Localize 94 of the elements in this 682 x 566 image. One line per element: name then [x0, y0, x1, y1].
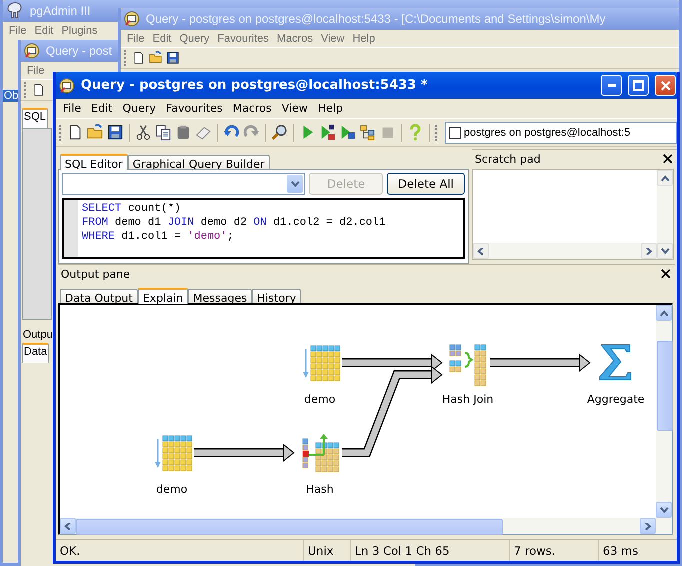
hash-icon	[302, 434, 340, 472]
close-button[interactable]	[655, 75, 676, 96]
scroll-thumb[interactable]	[657, 341, 673, 431]
sigma-icon	[600, 344, 632, 380]
chevron-icon	[476, 248, 486, 254]
query-icon	[24, 43, 40, 59]
menu-item[interactable]: Favourites	[161, 102, 228, 115]
menu-item[interactable]: Plugins	[58, 24, 102, 36]
status-text: OK.	[59, 542, 82, 560]
scroll-thumb[interactable]	[76, 519, 503, 535]
maximize-button[interactable]	[628, 75, 649, 96]
node-label: Hash Join	[442, 393, 494, 406]
tab[interactable]: Explain	[138, 288, 188, 304]
scroll-button[interactable]	[657, 170, 673, 186]
scissors-icon[interactable]	[135, 124, 152, 141]
maximize-icon	[633, 80, 644, 91]
tab[interactable]: Data Output	[60, 289, 138, 303]
pane-header: Outpu	[22, 328, 54, 342]
menu-item[interactable]: Help	[348, 32, 380, 44]
menu-item[interactable]: Edit	[30, 24, 58, 36]
scroll-button[interactable]	[657, 243, 673, 259]
status-text: 7 rows.	[509, 540, 598, 561]
sql-editor[interactable]: SELECT count(*) FROM demo d1 JOIN demo d2 ON d1.col2 = d2.col1 WHERE d1.col1 = 'demo';	[62, 198, 465, 259]
close-icon[interactable]	[662, 153, 674, 165]
paste-icon[interactable]	[175, 124, 192, 141]
save-icon[interactable]	[166, 51, 180, 65]
tree-icon[interactable]	[359, 124, 376, 141]
scroll-button[interactable]	[656, 305, 672, 321]
table-scan-icon	[303, 346, 340, 382]
menu-item[interactable]: File	[58, 102, 86, 115]
status-text: Unix	[303, 540, 350, 561]
close-icon[interactable]	[660, 268, 672, 280]
query-icon	[124, 11, 140, 27]
node-label: Hash	[306, 483, 334, 496]
tab[interactable]: Data	[22, 343, 50, 363]
code-line: FROM demo d1 JOIN demo d2 ON d1.col2 = d2.col1	[82, 216, 386, 230]
query-icon	[59, 78, 75, 94]
window-title: pgAdmin III	[30, 4, 91, 18]
new-file-icon[interactable]	[32, 83, 46, 97]
delete-button[interactable]: Delete All	[387, 173, 465, 195]
node-label: demo	[156, 483, 188, 496]
tab[interactable]: Messages	[188, 289, 252, 303]
play-icon[interactable]	[319, 124, 336, 141]
status-text: Ln 3 Col 1 Ch 65	[350, 540, 509, 561]
close-icon	[660, 80, 670, 90]
menu-item[interactable]: Query	[118, 102, 162, 115]
tab[interactable]: SQL Editor	[60, 154, 128, 170]
chevron-icon	[64, 522, 72, 530]
search-icon[interactable]	[271, 124, 288, 141]
status-text: 63 ms	[598, 540, 677, 561]
history-combo[interactable]	[62, 173, 306, 195]
scroll-button[interactable]	[640, 518, 656, 534]
menu-item[interactable]: Edit	[148, 32, 176, 44]
window-title: Query - postgres on postgres@localhost:5433 *	[81, 78, 429, 93]
menu-item[interactable]: View	[317, 32, 349, 44]
window-title: Query - postgres on postgres@localhost:5433 - [C:\Documents and Settings\simon\My	[146, 12, 606, 26]
menu-item[interactable]: File	[5, 24, 31, 36]
copy-icon[interactable]	[155, 124, 172, 141]
scroll-button[interactable]	[60, 518, 76, 534]
folder-icon[interactable]	[149, 51, 163, 65]
minimize-button[interactable]	[601, 75, 622, 96]
folder-icon[interactable]	[87, 124, 104, 141]
menu-item[interactable]: Macros	[228, 102, 277, 115]
menu-item[interactable]: Help	[312, 102, 348, 115]
menu-item[interactable]: File	[123, 32, 149, 44]
scroll-button[interactable]	[656, 502, 672, 518]
menu-item[interactable]: Edit	[86, 102, 118, 115]
chevron-icon	[290, 180, 300, 188]
pane-title: Output pane	[61, 268, 130, 280]
menu-item[interactable]: Macros	[273, 32, 318, 44]
scroll-button[interactable]	[641, 243, 657, 259]
chevron-icon	[660, 174, 670, 182]
play-icon[interactable]	[339, 124, 356, 141]
new-file-icon[interactable]	[132, 51, 146, 65]
node-label: demo	[304, 393, 336, 406]
connection-combo[interactable]: postgres on postgres@localhost:5	[445, 122, 677, 144]
tab[interactable]: SQL	[22, 108, 48, 128]
menu-item[interactable]: Query	[176, 32, 214, 44]
save-icon[interactable]	[107, 124, 124, 141]
menu-item[interactable]: File	[23, 64, 49, 76]
table-scan-icon	[155, 436, 192, 472]
hash-join-icon	[450, 344, 486, 386]
pane-title: Scratch pad	[475, 152, 541, 166]
code-line: WHERE d1.col1 = 'demo';	[82, 230, 235, 244]
scroll-button[interactable]	[473, 243, 489, 259]
menu-item[interactable]: View	[276, 102, 313, 115]
code-line: SELECT count(*)	[82, 202, 182, 216]
menu-item[interactable]: Favourites	[214, 32, 274, 44]
minimize-icon	[608, 84, 616, 87]
tab[interactable]: History	[252, 289, 302, 303]
window-title: Query - post	[46, 44, 112, 58]
tab[interactable]: Graphical Query Builder	[128, 155, 270, 169]
node-label: Aggregate	[587, 393, 645, 406]
chevron-icon	[660, 310, 668, 316]
